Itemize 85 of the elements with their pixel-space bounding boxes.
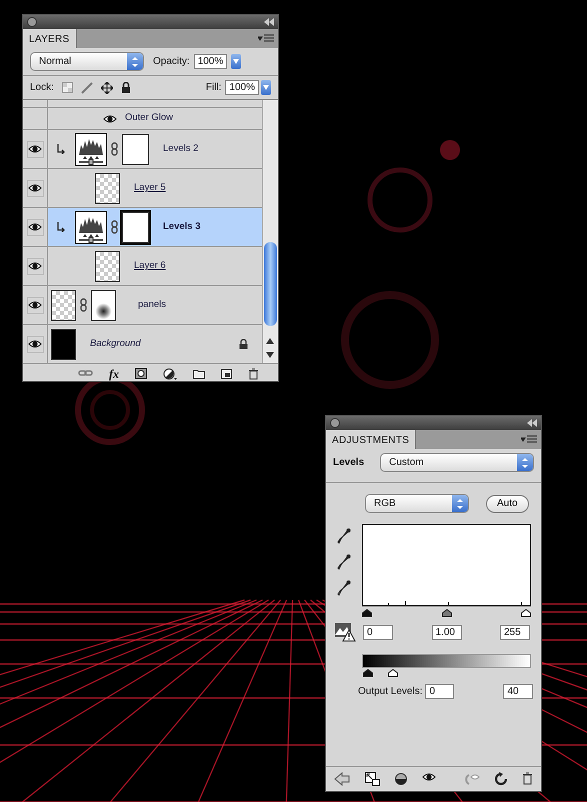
layer-thumbnail [95, 250, 120, 282]
blend-mode-select[interactable]: Normal [30, 52, 144, 71]
stepper-icon [521, 456, 529, 468]
new-layer-icon[interactable] [221, 368, 232, 380]
eyedropper-icon[interactable] [337, 554, 351, 570]
layer-row[interactable]: Layer 6 [23, 247, 262, 286]
layer-name: Layer 5 [134, 180, 166, 195]
fill-field[interactable]: 100% [225, 80, 259, 95]
clip-arrow-icon [57, 222, 65, 232]
menu-icon[interactable] [258, 34, 274, 44]
lock-icon[interactable] [120, 82, 131, 93]
fill-label: Fill: [206, 81, 222, 95]
back-arrow-icon[interactable] [334, 772, 350, 786]
layer-thumbnail [51, 328, 76, 360]
layer-row[interactable]: Levels 3 [23, 208, 262, 247]
stepper-icon [456, 498, 464, 510]
trash-icon[interactable] [248, 368, 259, 380]
layer-row[interactable]: Background [23, 325, 262, 363]
output-level-field[interactable]: 40 [503, 684, 534, 699]
trash-icon[interactable] [522, 772, 533, 786]
eye-icon[interactable] [28, 144, 42, 154]
scrollbar[interactable] [262, 100, 278, 363]
close-icon[interactable] [330, 418, 340, 428]
stepper-icon [131, 56, 139, 68]
expand-icon[interactable] [364, 772, 380, 786]
panel-tab[interactable]: LAYERS [23, 29, 77, 48]
channel-select[interactable]: RGB [365, 494, 469, 513]
chain-link-icon[interactable] [111, 220, 118, 234]
input-level-field[interactable]: 1.00 [432, 624, 462, 640]
reset-icon[interactable] [495, 772, 508, 786]
eye-icon[interactable] [28, 222, 42, 232]
output-level-field[interactable]: 0 [425, 684, 454, 699]
eye-icon[interactable] [28, 339, 42, 349]
brush-icon[interactable] [80, 82, 93, 94]
eye-icon[interactable] [28, 183, 42, 193]
input-level-field[interactable]: 255 [500, 624, 530, 640]
eye-icon[interactable] [103, 114, 117, 124]
collapse-icon[interactable] [527, 419, 537, 427]
layer-thumbnail [95, 172, 120, 204]
mask-thumbnail [91, 290, 116, 320]
eye-icon[interactable] [28, 300, 42, 310]
reset-view-icon[interactable] [465, 772, 480, 786]
lock-icon [239, 339, 248, 349]
panel-tab[interactable]: ADJUSTMENTS [326, 430, 416, 449]
adjustment-thumbnail [75, 132, 107, 166]
opacity-label: Opacity: [153, 55, 190, 69]
eyedropper-icon[interactable] [337, 528, 351, 544]
close-icon[interactable] [27, 17, 37, 27]
layer-row[interactable]: Levels 2 [23, 130, 262, 169]
eyedropper-icon[interactable] [337, 580, 351, 596]
layer-name: Levels 3 [163, 220, 200, 234]
layer-name: panels [138, 298, 166, 312]
mask-icon[interactable] [135, 368, 147, 380]
adjustment-type-label: Levels [333, 456, 364, 470]
mask-thumbnail [122, 134, 149, 164]
layer-name: Background [90, 336, 141, 351]
slider-thumb[interactable] [442, 609, 452, 617]
auto-button[interactable]: Auto [486, 494, 529, 512]
layer-row[interactable]: panels [23, 286, 262, 325]
layer-name: Layer 6 [134, 258, 166, 273]
warning-icon[interactable] [334, 622, 356, 642]
clip-layer-icon[interactable] [394, 772, 407, 786]
slider-thumb[interactable] [362, 609, 372, 617]
eye-icon[interactable] [28, 261, 42, 271]
output-levels-label: Output Levels: [358, 685, 422, 699]
move-icon[interactable] [100, 82, 113, 94]
chain-link-icon[interactable] [111, 142, 118, 156]
layer-thumbnail [51, 290, 76, 320]
scroll-arrows-icon[interactable] [266, 336, 274, 360]
slider-thumb[interactable] [521, 609, 531, 617]
effect-name[interactable]: Outer Glow [125, 111, 174, 126]
preset-select[interactable]: Custom [380, 453, 534, 472]
layer-name: Levels 2 [163, 142, 198, 156]
folder-icon[interactable] [193, 368, 205, 380]
collapse-icon[interactable] [264, 18, 274, 26]
lock-label: Lock: [30, 81, 54, 95]
opacity-field[interactable]: 100% [194, 54, 228, 69]
clip-arrow-icon [57, 144, 65, 154]
fx-button[interactable]: fx [109, 368, 119, 380]
input-level-field[interactable]: 0 [363, 624, 393, 640]
mask-thumbnail [122, 212, 149, 242]
half-circle-icon[interactable] [163, 368, 177, 380]
chain-link-icon[interactable] [80, 298, 87, 312]
menu-icon[interactable] [521, 434, 537, 444]
adjustment-thumbnail [75, 210, 107, 244]
